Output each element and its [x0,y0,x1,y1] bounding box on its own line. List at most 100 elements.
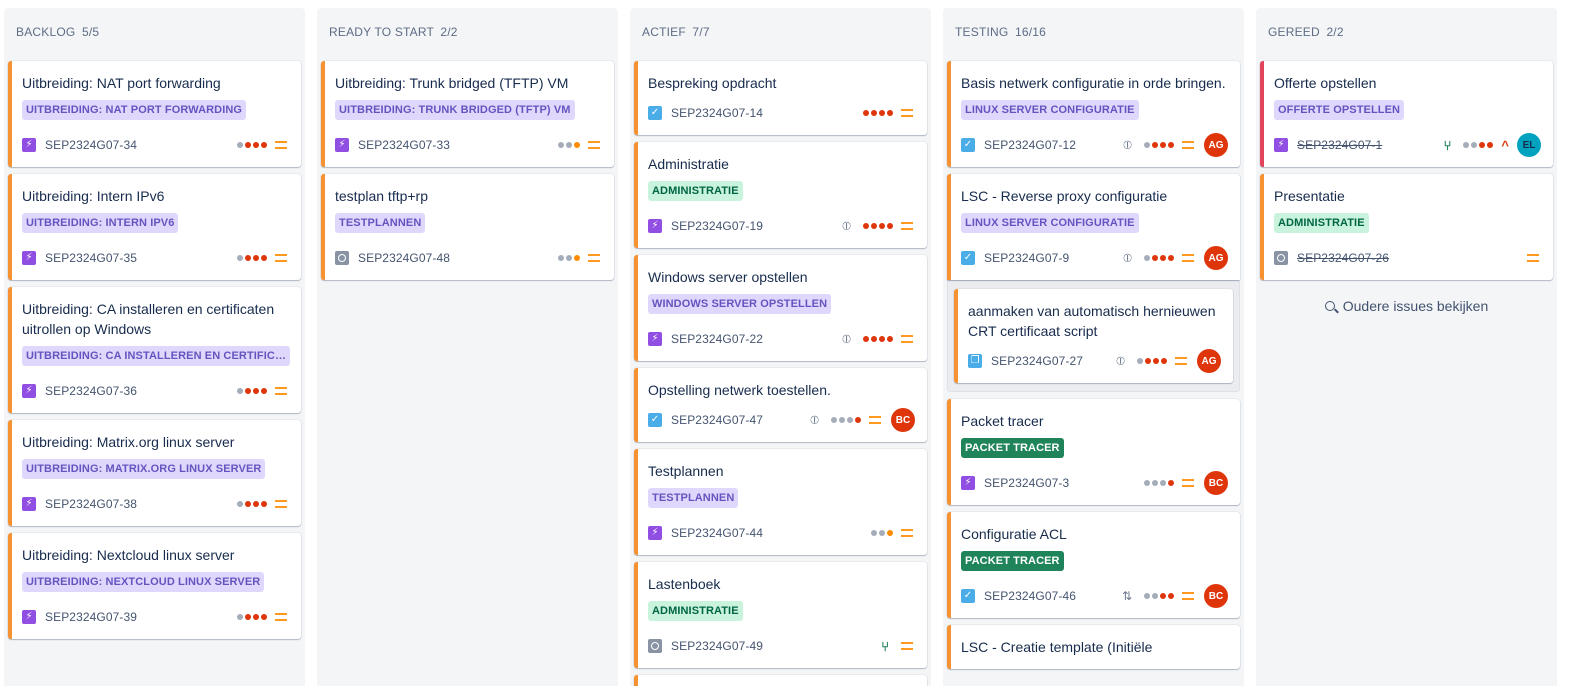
priority-medium-icon [901,529,913,537]
kanban-board: BACKLOG 5/5 Uitbreiding: NAT port forwar… [0,0,1591,686]
commit-icon: ⦶ [842,331,851,346]
issue-card[interactable]: Offerte opstellen OFFERTE OPSTELLEN ⚡ SE… [1260,61,1553,167]
estimate-dots-icon [235,255,267,261]
issue-card-partial[interactable] [634,675,927,686]
issue-key[interactable]: SEP2324G07-1 [1297,138,1382,152]
card-title: Windows server opstellen [648,269,808,285]
issue-card[interactable]: Uitbreiding: Intern IPv6 UITBREIDING: IN… [8,174,301,280]
issue-card[interactable]: Basis netwerk configuratie in orde bring… [947,61,1240,167]
issue-card[interactable]: Uitbreiding: Trunk bridged (TFTP) VM UIT… [321,61,614,167]
issue-key[interactable]: SEP2324G07-33 [358,138,450,152]
card-title: LSC - Reverse proxy configuratie [961,188,1168,204]
epic-label[interactable]: WINDOWS SERVER OPSTELLEN [648,294,832,314]
issue-card[interactable]: Uitbreiding: CA installeren en certifica… [8,287,301,413]
card-title: Uitbreiding: Intern IPv6 [22,188,165,204]
epic-label[interactable]: UITBREIDING: NEXTCLOUD LINUX SERVER [22,572,265,592]
epic-label[interactable]: PACKET TRACER [961,551,1064,571]
issue-key[interactable]: SEP2324G07-26 [1297,251,1389,265]
epic-type-icon: ⚡ [22,610,36,624]
column-ready-to-start: READY TO START 2/2 Uitbreiding: Trunk br… [317,8,618,686]
assignee-avatar[interactable]: AG [1204,246,1228,270]
epic-label[interactable]: UITBREIDING: CA INSTALLEREN EN CERTIFICA… [22,346,290,366]
priority-medium-icon [901,335,913,343]
epic-label[interactable]: UITBREIDING: NAT PORT FORWARDING [22,100,247,120]
issue-key[interactable]: SEP2324G07-39 [45,610,137,624]
issue-card[interactable]: LSC - Reverse proxy configuratie LINUX S… [947,174,1240,280]
column-header: BACKLOG 5/5 [16,25,99,39]
issue-card[interactable]: Lastenboek ADMINISTRATIE SEP2324G07-49 ⑂ [634,562,927,668]
issue-card[interactable]: Opstelling netwerk toestellen. ✓ SEP2324… [634,368,927,442]
issue-card[interactable]: testplan tftp+rp TESTPLANNEN SEP2324G07-… [321,174,614,280]
assignee-avatar[interactable]: AG [1204,133,1228,157]
epic-label[interactable]: OFFERTE OPSTELLEN [1274,100,1405,120]
epic-label[interactable]: LINUX SERVER CONFIGURATIE [961,213,1139,233]
priority-medium-icon [1182,479,1194,487]
issue-key[interactable]: SEP2324G07-44 [671,526,763,540]
epic-type-icon: ⚡ [22,384,36,398]
issue-card[interactable]: Windows server opstellen WINDOWS SERVER … [634,255,927,361]
column-backlog: BACKLOG 5/5 Uitbreiding: NAT port forwar… [4,8,305,686]
issue-card[interactable]: Configuratie ACL PACKET TRACER ✓ SEP2324… [947,512,1240,618]
epic-label[interactable]: TESTPLANNEN [335,213,426,233]
issue-key[interactable]: SEP2324G07-9 [984,251,1069,265]
issue-key[interactable]: SEP2324G07-49 [671,639,763,653]
epic-label[interactable]: PACKET TRACER [961,438,1064,458]
issue-key[interactable]: SEP2324G07-47 [671,413,763,427]
issue-key[interactable]: SEP2324G07-3 [984,476,1069,490]
issue-card[interactable]: Packet tracer PACKET TRACER ⚡ SEP2324G07… [947,399,1240,505]
issue-key[interactable]: SEP2324G07-48 [358,251,450,265]
epic-label[interactable]: UITBREIDING: TRUNK BRIDGED (TFTP) VM [335,100,575,120]
issue-key[interactable]: SEP2324G07-34 [45,138,137,152]
priority-medium-icon [588,254,600,262]
issue-key[interactable]: SEP2324G07-19 [671,219,763,233]
issue-card[interactable]: Uitbreiding: Matrix.org linux server UIT… [8,420,301,526]
epic-label[interactable]: ADMINISTRATIE [1274,213,1369,233]
card-title: Uitbreiding: NAT port forwarding [22,75,221,91]
epic-label[interactable]: LINUX SERVER CONFIGURATIE [961,100,1139,120]
assignee-avatar[interactable]: AG [1197,349,1221,373]
issue-card[interactable]: Uitbreiding: NAT port forwarding UITBREI… [8,61,301,167]
issue-key[interactable]: SEP2324G07-35 [45,251,137,265]
priority-medium-icon [1182,254,1194,262]
assignee-avatar[interactable]: BC [891,408,915,432]
card-title: Packet tracer [961,413,1044,429]
column-count: 2/2 [440,25,458,39]
epic-label[interactable]: UITBREIDING: INTERN IPV6 [22,213,179,233]
column-header: READY TO START 2/2 [329,25,458,39]
epic-label[interactable]: UITBREIDING: MATRIX.ORG LINUX SERVER [22,459,266,479]
estimate-dots-icon [235,142,267,148]
priority-medium-icon [275,613,287,621]
priority-medium-icon [275,387,287,395]
estimate-dots-icon [1142,255,1174,261]
card-title: Uitbreiding: CA installeren en certifica… [22,301,275,337]
column-header: ACTIEF 7/7 [642,25,710,39]
issue-key[interactable]: SEP2324G07-27 [991,354,1083,368]
issue-card[interactable]: Bespreking opdracht ✓ SEP2324G07-14 [634,61,927,135]
issue-key[interactable]: SEP2324G07-38 [45,497,137,511]
assignee-avatar[interactable]: BC [1204,471,1228,495]
epic-label[interactable]: ADMINISTRATIE [648,181,743,201]
estimate-dots-icon [235,388,267,394]
issue-card[interactable]: LSC - Creatie template (Initiële [947,625,1240,669]
assignee-avatar[interactable]: BC [1204,584,1228,608]
issue-key[interactable]: SEP2324G07-14 [671,106,763,120]
estimate-dots-icon [556,142,580,148]
estimate-dots-icon [1461,142,1494,148]
subtask-card[interactable]: aanmaken van automatisch hernieuwen CRT … [954,289,1233,383]
older-issues-link[interactable]: Oudere issues bekijken [1260,287,1553,314]
assignee-avatar[interactable]: EL [1517,133,1541,157]
epic-label[interactable]: ADMINISTRATIE [648,601,743,621]
issue-card[interactable]: Presentatie ADMINISTRATIE SEP2324G07-26 [1260,174,1553,280]
estimate-dots-icon [869,530,893,536]
issue-key[interactable]: SEP2324G07-12 [984,138,1076,152]
epic-type-icon: ⚡ [22,497,36,511]
issue-key[interactable]: SEP2324G07-22 [671,332,763,346]
issue-card[interactable]: Administratie ADMINISTRATIE ⚡ SEP2324G07… [634,142,927,248]
issue-card[interactable]: Testplannen TESTPLANNEN ⚡ SEP2324G07-44 [634,449,927,555]
older-issues-label: Oudere issues bekijken [1342,298,1489,314]
card-title: Uitbreiding: Matrix.org linux server [22,434,235,450]
issue-key[interactable]: SEP2324G07-46 [984,589,1076,603]
epic-label[interactable]: TESTPLANNEN [648,488,739,508]
issue-key[interactable]: SEP2324G07-36 [45,384,137,398]
issue-card[interactable]: Uitbreiding: Nextcloud linux server UITB… [8,533,301,639]
